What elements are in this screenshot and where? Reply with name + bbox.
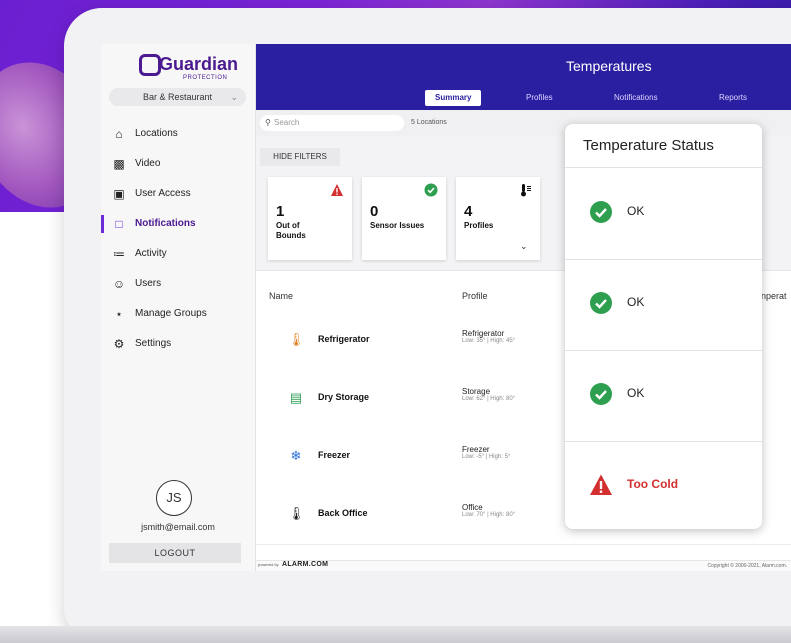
stat-card-profiles[interactable]: 4 Profiles ⌄ (456, 177, 540, 260)
check-circle-icon (590, 201, 612, 223)
sidebar: Guardian PROTECTION Bar & Restaurant ⌄ ⌂… (101, 44, 256, 571)
sidebar-item-label: Locations (135, 128, 178, 139)
top-header: Temperatures Summary Profiles Notificati… (256, 44, 791, 110)
stat-card-sensor-issues[interactable]: 0 Sensor Issues (362, 177, 446, 260)
stat-label: Out of Bounds (276, 221, 306, 240)
stat-label: Sensor Issues (370, 221, 425, 230)
sidebar-item-label: Users (135, 278, 162, 289)
thermometer-icon: 🌡 (288, 332, 305, 347)
guardian-logo-mark (139, 54, 161, 76)
sidebar-item-label: Manage Groups (135, 308, 207, 319)
avatar[interactable]: JS (156, 480, 192, 516)
house-icon: ⌂ (115, 127, 123, 141)
row-name: Back Office (318, 508, 368, 518)
row-range: Low: 62° | High: 80° (462, 396, 516, 402)
row-name: Freezer (318, 450, 351, 460)
row-profile: Storage (462, 387, 491, 396)
column-header-name[interactable]: Name (269, 291, 293, 301)
row-range: Low: 35° | High: 45° (462, 338, 516, 344)
stat-value: 4 (464, 203, 473, 220)
status-row: OK (565, 350, 762, 442)
row-range: Low: -5° | High: 5° (462, 454, 511, 460)
account-selector[interactable]: Bar & Restaurant ⌄ (109, 88, 246, 106)
search-placeholder: Search (274, 118, 300, 127)
page-title: Temperatures (566, 58, 652, 74)
guardian-logo[interactable]: Guardian PROTECTION (139, 50, 238, 86)
warning-icon (590, 474, 612, 495)
alarm-logo: ALARM.COM (282, 561, 329, 568)
stat-value: 1 (276, 203, 285, 220)
tab-reports[interactable]: Reports (719, 90, 747, 106)
status-text: Too Cold (627, 477, 679, 491)
storage-icon: ▤ (289, 390, 303, 405)
sidebar-nav: ⌂ Locations ▩ Video ▣ User Access □ Noti… (101, 119, 255, 359)
laptop-base (0, 626, 791, 643)
row-profile: Office (462, 503, 483, 512)
sidebar-item-label: Activity (135, 248, 167, 259)
tab-profiles[interactable]: Profiles (526, 90, 553, 106)
check-circle-icon (590, 292, 612, 314)
sidebar-item-label: User Access (135, 188, 191, 199)
chevron-down-icon[interactable]: ⌄ (520, 241, 528, 252)
column-header-profile[interactable]: Profile (462, 291, 488, 301)
badge-icon: ▣ (113, 187, 125, 201)
thermometer-icon: 🌡 (288, 506, 305, 521)
logo-text: Guardian (159, 54, 239, 74)
sidebar-item-label: Settings (135, 338, 172, 349)
users-icon: ☺ (112, 277, 126, 291)
sidebar-item-manage-groups[interactable]: ⋆ Manage Groups (101, 299, 255, 329)
logo-subtext: PROTECTION (183, 75, 228, 81)
check-circle-icon (590, 383, 612, 405)
search-input[interactable]: ⚲ Search (260, 115, 404, 131)
copyright: Copyright © 2000-2021, Alarm.com. (707, 563, 787, 569)
footer: powered by ALARM.COM Copyright © 2000-20… (256, 560, 791, 571)
row-name: Dry Storage (318, 392, 370, 402)
status-row: Too Cold (565, 441, 762, 529)
tab-notifications[interactable]: Notifications (614, 90, 658, 106)
logout-button[interactable]: LOGOUT (109, 543, 241, 563)
column-header-temperature[interactable]: nperat (761, 291, 787, 301)
tab-summary[interactable]: Summary (425, 90, 482, 106)
activity-icon: ≔ (113, 247, 125, 261)
status-text: OK (627, 204, 645, 218)
stat-label: Profiles (464, 221, 494, 230)
temperature-status-popup: Temperature Status OK OK OK Too Cold (565, 124, 762, 529)
hide-filters-button[interactable]: HIDE FILTERS (260, 148, 340, 166)
sidebar-item-activity[interactable]: ≔ Activity (101, 239, 255, 269)
sidebar-item-settings[interactable]: ⚙ Settings (101, 329, 255, 359)
status-text: OK (627, 386, 645, 400)
location-count: 5 Locations (411, 119, 447, 126)
sidebar-item-locations[interactable]: ⌂ Locations (101, 119, 255, 149)
warning-icon (331, 184, 343, 196)
status-row: OK (565, 259, 762, 351)
row-range: Low: 70° | High: 80° (462, 512, 516, 518)
check-circle-icon (424, 183, 438, 197)
sidebar-item-label: Video (135, 158, 161, 169)
video-camera-icon: ▩ (113, 157, 125, 171)
search-icon: ⚲ (265, 118, 271, 127)
sidebar-item-notifications[interactable]: □ Notifications (101, 209, 255, 239)
notification-icon: □ (115, 217, 123, 231)
sidebar-item-users[interactable]: ☺ Users (101, 269, 255, 299)
row-name: Refrigerator (318, 334, 370, 344)
sidebar-item-user-access[interactable]: ▣ User Access (101, 179, 255, 209)
row-profile: Freezer (462, 445, 490, 454)
popup-title: Temperature Status (565, 124, 762, 168)
groups-icon: ⋆ (115, 307, 123, 321)
account-name: Bar & Restaurant (142, 92, 213, 102)
status-row: OK (565, 168, 762, 260)
sidebar-item-video[interactable]: ▩ Video (101, 149, 255, 179)
powered-by-text: powered by (258, 562, 279, 567)
user-email: jsmith@email.com (141, 522, 215, 532)
status-text: OK (627, 295, 645, 309)
row-profile: Refrigerator (462, 329, 505, 338)
sidebar-item-label: Notifications (135, 218, 196, 229)
thermometer-icon (521, 184, 531, 197)
stat-value: 0 (370, 203, 379, 220)
freezer-icon: ❄ (290, 448, 302, 463)
stat-card-out-of-bounds[interactable]: 1 Out of Bounds (268, 177, 352, 260)
chevron-down-icon: ⌄ (230, 92, 238, 102)
gear-icon: ⚙ (113, 337, 125, 351)
